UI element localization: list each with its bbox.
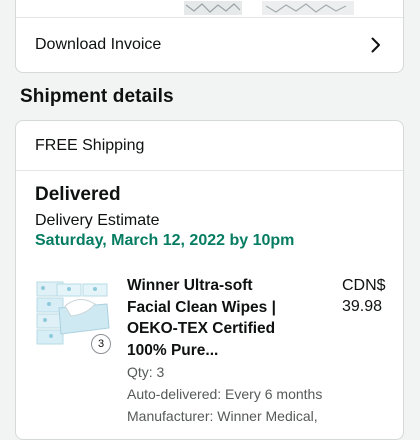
- product-title-line: Winner Ultra-soft: [127, 277, 253, 294]
- auto-delivery-frequency: Auto-delivered: Every 6 months: [127, 386, 323, 402]
- price-value: 39.98: [342, 298, 383, 315]
- product-thumbnail-strip: [184, 1, 354, 15]
- product-title-line: Facial Clean Wipes |: [127, 298, 276, 316]
- product-title-line: 100% Pure...: [127, 341, 219, 359]
- shipment-details-heading: Shipment details: [20, 86, 174, 107]
- price-currency: CDN$: [342, 277, 386, 294]
- shipment-card: FREE Shipping Delivered Delivery Estimat…: [15, 120, 404, 440]
- download-invoice-row[interactable]: Download Invoice: [16, 17, 403, 71]
- item-manufacturer: Manufacturer: Winner Medical,: [127, 408, 318, 424]
- product-title-line: OEKO-TEX Certified: [127, 320, 276, 337]
- delivery-estimate-date: Saturday, March 12, 2022 by 10pm: [35, 232, 295, 249]
- shipping-method-row: FREE Shipping: [16, 121, 403, 171]
- delivery-status: Delivered: [35, 184, 121, 205]
- invoice-card: Download Invoice: [15, 0, 404, 73]
- product-title[interactable]: Winner Ultra-soft Facial Clean Wipes | O…: [127, 275, 327, 361]
- shipping-method-label: FREE Shipping: [35, 136, 145, 154]
- quantity-badge: 3: [91, 334, 111, 354]
- delivery-estimate-label: Delivery Estimate: [35, 212, 160, 229]
- download-invoice-label: Download Invoice: [35, 35, 162, 53]
- delivery-status-block: Delivered Delivery Estimate Saturday, Ma…: [16, 171, 403, 250]
- product-image[interactable]: 3: [35, 278, 111, 354]
- chevron-right-icon: [369, 36, 383, 54]
- item-price: CDN$ 39.98: [342, 275, 386, 317]
- item-quantity: Qty: 3: [127, 364, 165, 380]
- item-details: Winner Ultra-soft Facial Clean Wipes | O…: [127, 275, 327, 427]
